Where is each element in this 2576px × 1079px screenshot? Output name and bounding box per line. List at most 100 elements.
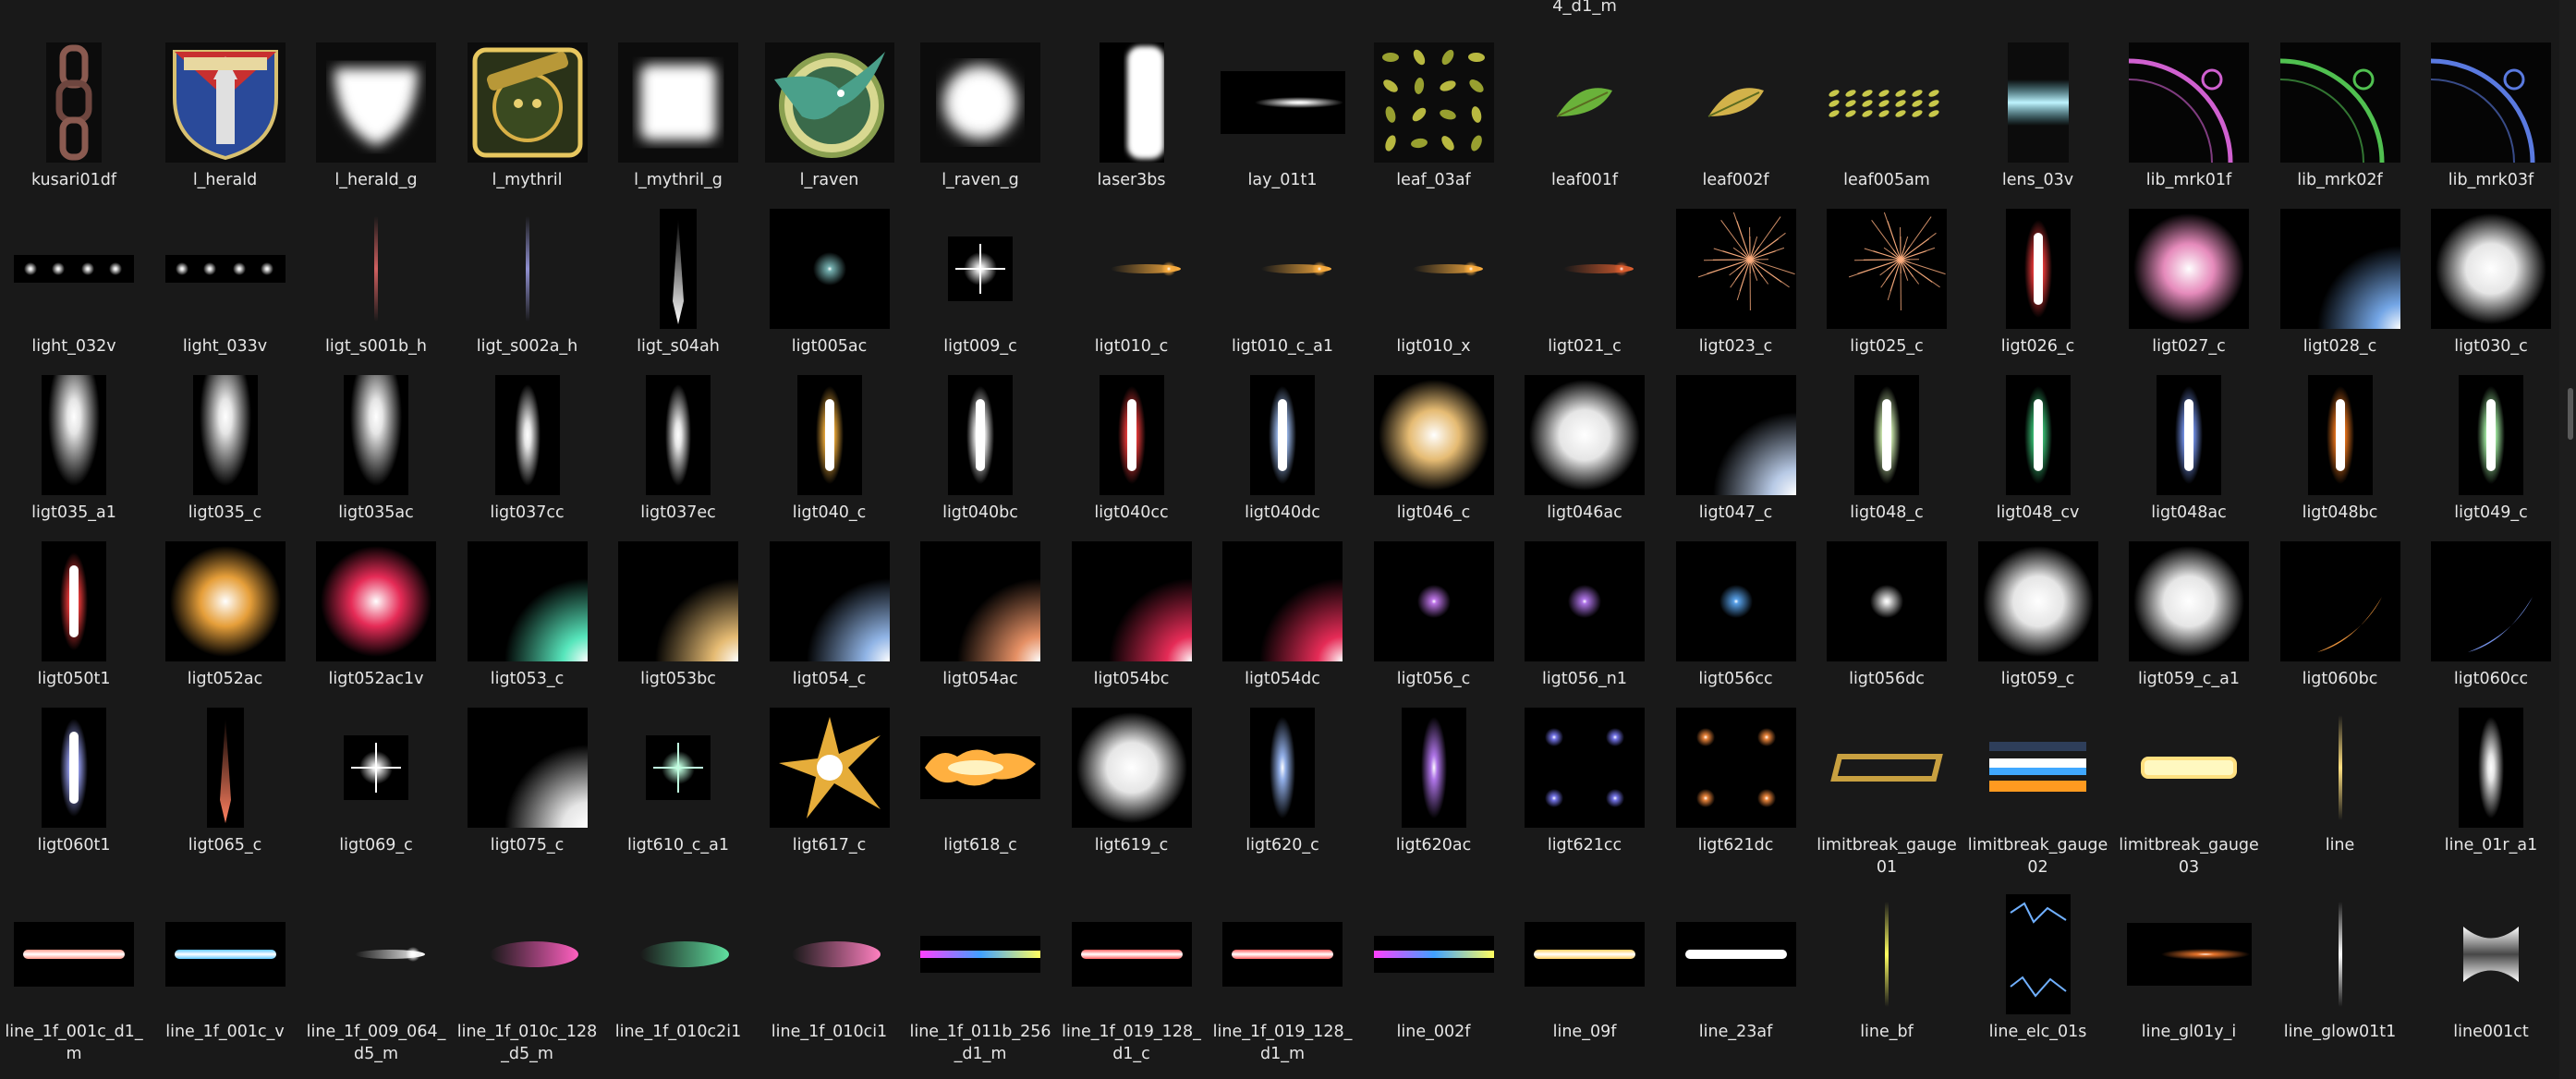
line-glow-icon[interactable] <box>2266 700 2414 834</box>
line-glow-icon[interactable] <box>302 201 450 335</box>
flare-icon[interactable] <box>454 368 601 502</box>
leaf-icon[interactable] <box>1511 35 1659 169</box>
comet-icon[interactable] <box>1058 201 1206 335</box>
partial-file-label[interactable]: 4_d1_m <box>1511 0 1659 17</box>
capsule-glow-icon[interactable] <box>0 700 148 834</box>
orb-icon[interactable] <box>152 534 299 668</box>
bar-glow-icon[interactable] <box>1209 887 1356 1021</box>
orb-icon[interactable] <box>302 534 450 668</box>
dot-glow-icon[interactable] <box>756 201 904 335</box>
laser-icon[interactable] <box>1058 35 1206 169</box>
bar-glow-icon[interactable] <box>1058 887 1206 1021</box>
line-glow-icon[interactable] <box>454 201 601 335</box>
bar-glow-icon[interactable] <box>1662 887 1810 1021</box>
line-glow-icon[interactable] <box>1813 887 1961 1021</box>
gauge-frame-icon[interactable] <box>1813 700 1961 834</box>
gauge-glow-icon[interactable] <box>2115 700 2263 834</box>
beam-icon[interactable] <box>152 368 299 502</box>
leaves-small-icon[interactable] <box>1813 35 1961 169</box>
corner-glow-icon[interactable] <box>2266 201 2414 335</box>
raven-emblem-icon[interactable] <box>756 35 904 169</box>
corner-glow-icon[interactable] <box>604 534 752 668</box>
flare-icon[interactable] <box>1209 700 1356 834</box>
corner-glow-icon[interactable] <box>454 700 601 834</box>
ring-mark-icon[interactable] <box>2115 35 2263 169</box>
comet-icon[interactable] <box>1360 201 1508 335</box>
spike-icon[interactable] <box>604 201 752 335</box>
corner-glow-icon[interactable] <box>1209 534 1356 668</box>
capsule-glow-icon[interactable] <box>2266 368 2414 502</box>
capsule-glow-icon[interactable] <box>1209 368 1356 502</box>
capsule-glow-icon[interactable] <box>0 534 148 668</box>
capsule-glow-icon[interactable] <box>756 368 904 502</box>
crescent-icon[interactable] <box>2417 534 2565 668</box>
flare-icon[interactable] <box>604 368 752 502</box>
corner-glow-icon[interactable] <box>756 534 904 668</box>
chain-icon[interactable] <box>0 35 148 169</box>
capsule-glow-icon[interactable] <box>1813 368 1961 502</box>
pill-icon[interactable] <box>454 887 601 1021</box>
star-glow-icon[interactable] <box>302 700 450 834</box>
four-dots-icon[interactable] <box>1662 700 1810 834</box>
flare-icon[interactable] <box>2417 700 2565 834</box>
orb-icon[interactable] <box>1964 534 2112 668</box>
leaves-icon[interactable] <box>1360 35 1508 169</box>
corner-glow-icon[interactable] <box>1058 534 1206 668</box>
comet-icon[interactable] <box>302 887 450 1021</box>
capsule-glow-icon[interactable] <box>2417 368 2565 502</box>
corner-glow-icon[interactable] <box>1662 368 1810 502</box>
orb-icon[interactable] <box>1511 368 1659 502</box>
burst-icon[interactable] <box>756 700 904 834</box>
dots-icon[interactable] <box>152 201 299 335</box>
beam-icon[interactable] <box>302 368 450 502</box>
capsule-glow-icon[interactable] <box>2115 368 2263 502</box>
orb-icon[interactable] <box>2115 534 2263 668</box>
star-glow-icon[interactable] <box>604 700 752 834</box>
dot-glow-icon[interactable] <box>1511 534 1659 668</box>
capsule-glow-icon[interactable] <box>1964 201 2112 335</box>
dot-glow-icon[interactable] <box>1360 534 1508 668</box>
herald-glow-icon[interactable] <box>302 35 450 169</box>
corner-glow-icon[interactable] <box>454 534 601 668</box>
sparks-icon[interactable] <box>1662 201 1810 335</box>
bar-glow-icon[interactable] <box>152 887 299 1021</box>
pill-icon[interactable] <box>604 887 752 1021</box>
star-glow-icon[interactable] <box>906 201 1054 335</box>
orb-icon[interactable] <box>1360 368 1508 502</box>
rainbow-line-icon[interactable] <box>1360 887 1508 1021</box>
capsule-glow-icon[interactable] <box>1058 368 1206 502</box>
dots-icon[interactable] <box>0 201 148 335</box>
streak-icon[interactable] <box>2115 887 2263 1021</box>
corner-glow-icon[interactable] <box>906 534 1054 668</box>
orb-icon[interactable] <box>2417 201 2565 335</box>
fire-icon[interactable] <box>906 700 1054 834</box>
pill-icon[interactable] <box>756 887 904 1021</box>
lightning-icon[interactable] <box>1964 887 2112 1021</box>
scrollbar-thumb[interactable] <box>2568 388 2573 440</box>
beam-icon[interactable] <box>0 368 148 502</box>
raven-glow-icon[interactable] <box>906 35 1054 169</box>
dot-glow-icon[interactable] <box>1662 534 1810 668</box>
herald-emblem-icon[interactable] <box>152 35 299 169</box>
line-glow-icon[interactable] <box>2266 887 2414 1021</box>
ring-mark-icon[interactable] <box>2417 35 2565 169</box>
rainbow-line-icon[interactable] <box>906 887 1054 1021</box>
hourglass-glow-icon[interactable] <box>2417 887 2565 1021</box>
vertical-scrollbar[interactable] <box>2559 0 2576 1079</box>
ring-mark-icon[interactable] <box>2266 35 2414 169</box>
four-dots-icon[interactable] <box>1511 700 1659 834</box>
orb-icon[interactable] <box>1058 700 1206 834</box>
mythril-glow-icon[interactable] <box>604 35 752 169</box>
mythril-emblem-icon[interactable] <box>454 35 601 169</box>
sparks-icon[interactable] <box>1813 201 1961 335</box>
leaf-icon[interactable] <box>1662 35 1810 169</box>
streak-icon[interactable] <box>1209 35 1356 169</box>
orb-icon[interactable] <box>2115 201 2263 335</box>
flare-icon[interactable] <box>1360 700 1508 834</box>
capsule-glow-icon[interactable] <box>906 368 1054 502</box>
bar-glow-icon[interactable] <box>1511 887 1659 1021</box>
comet-icon[interactable] <box>1209 201 1356 335</box>
lens-icon[interactable] <box>1964 35 2112 169</box>
capsule-glow-icon[interactable] <box>1964 368 2112 502</box>
gauge-bars-icon[interactable] <box>1964 700 2112 834</box>
